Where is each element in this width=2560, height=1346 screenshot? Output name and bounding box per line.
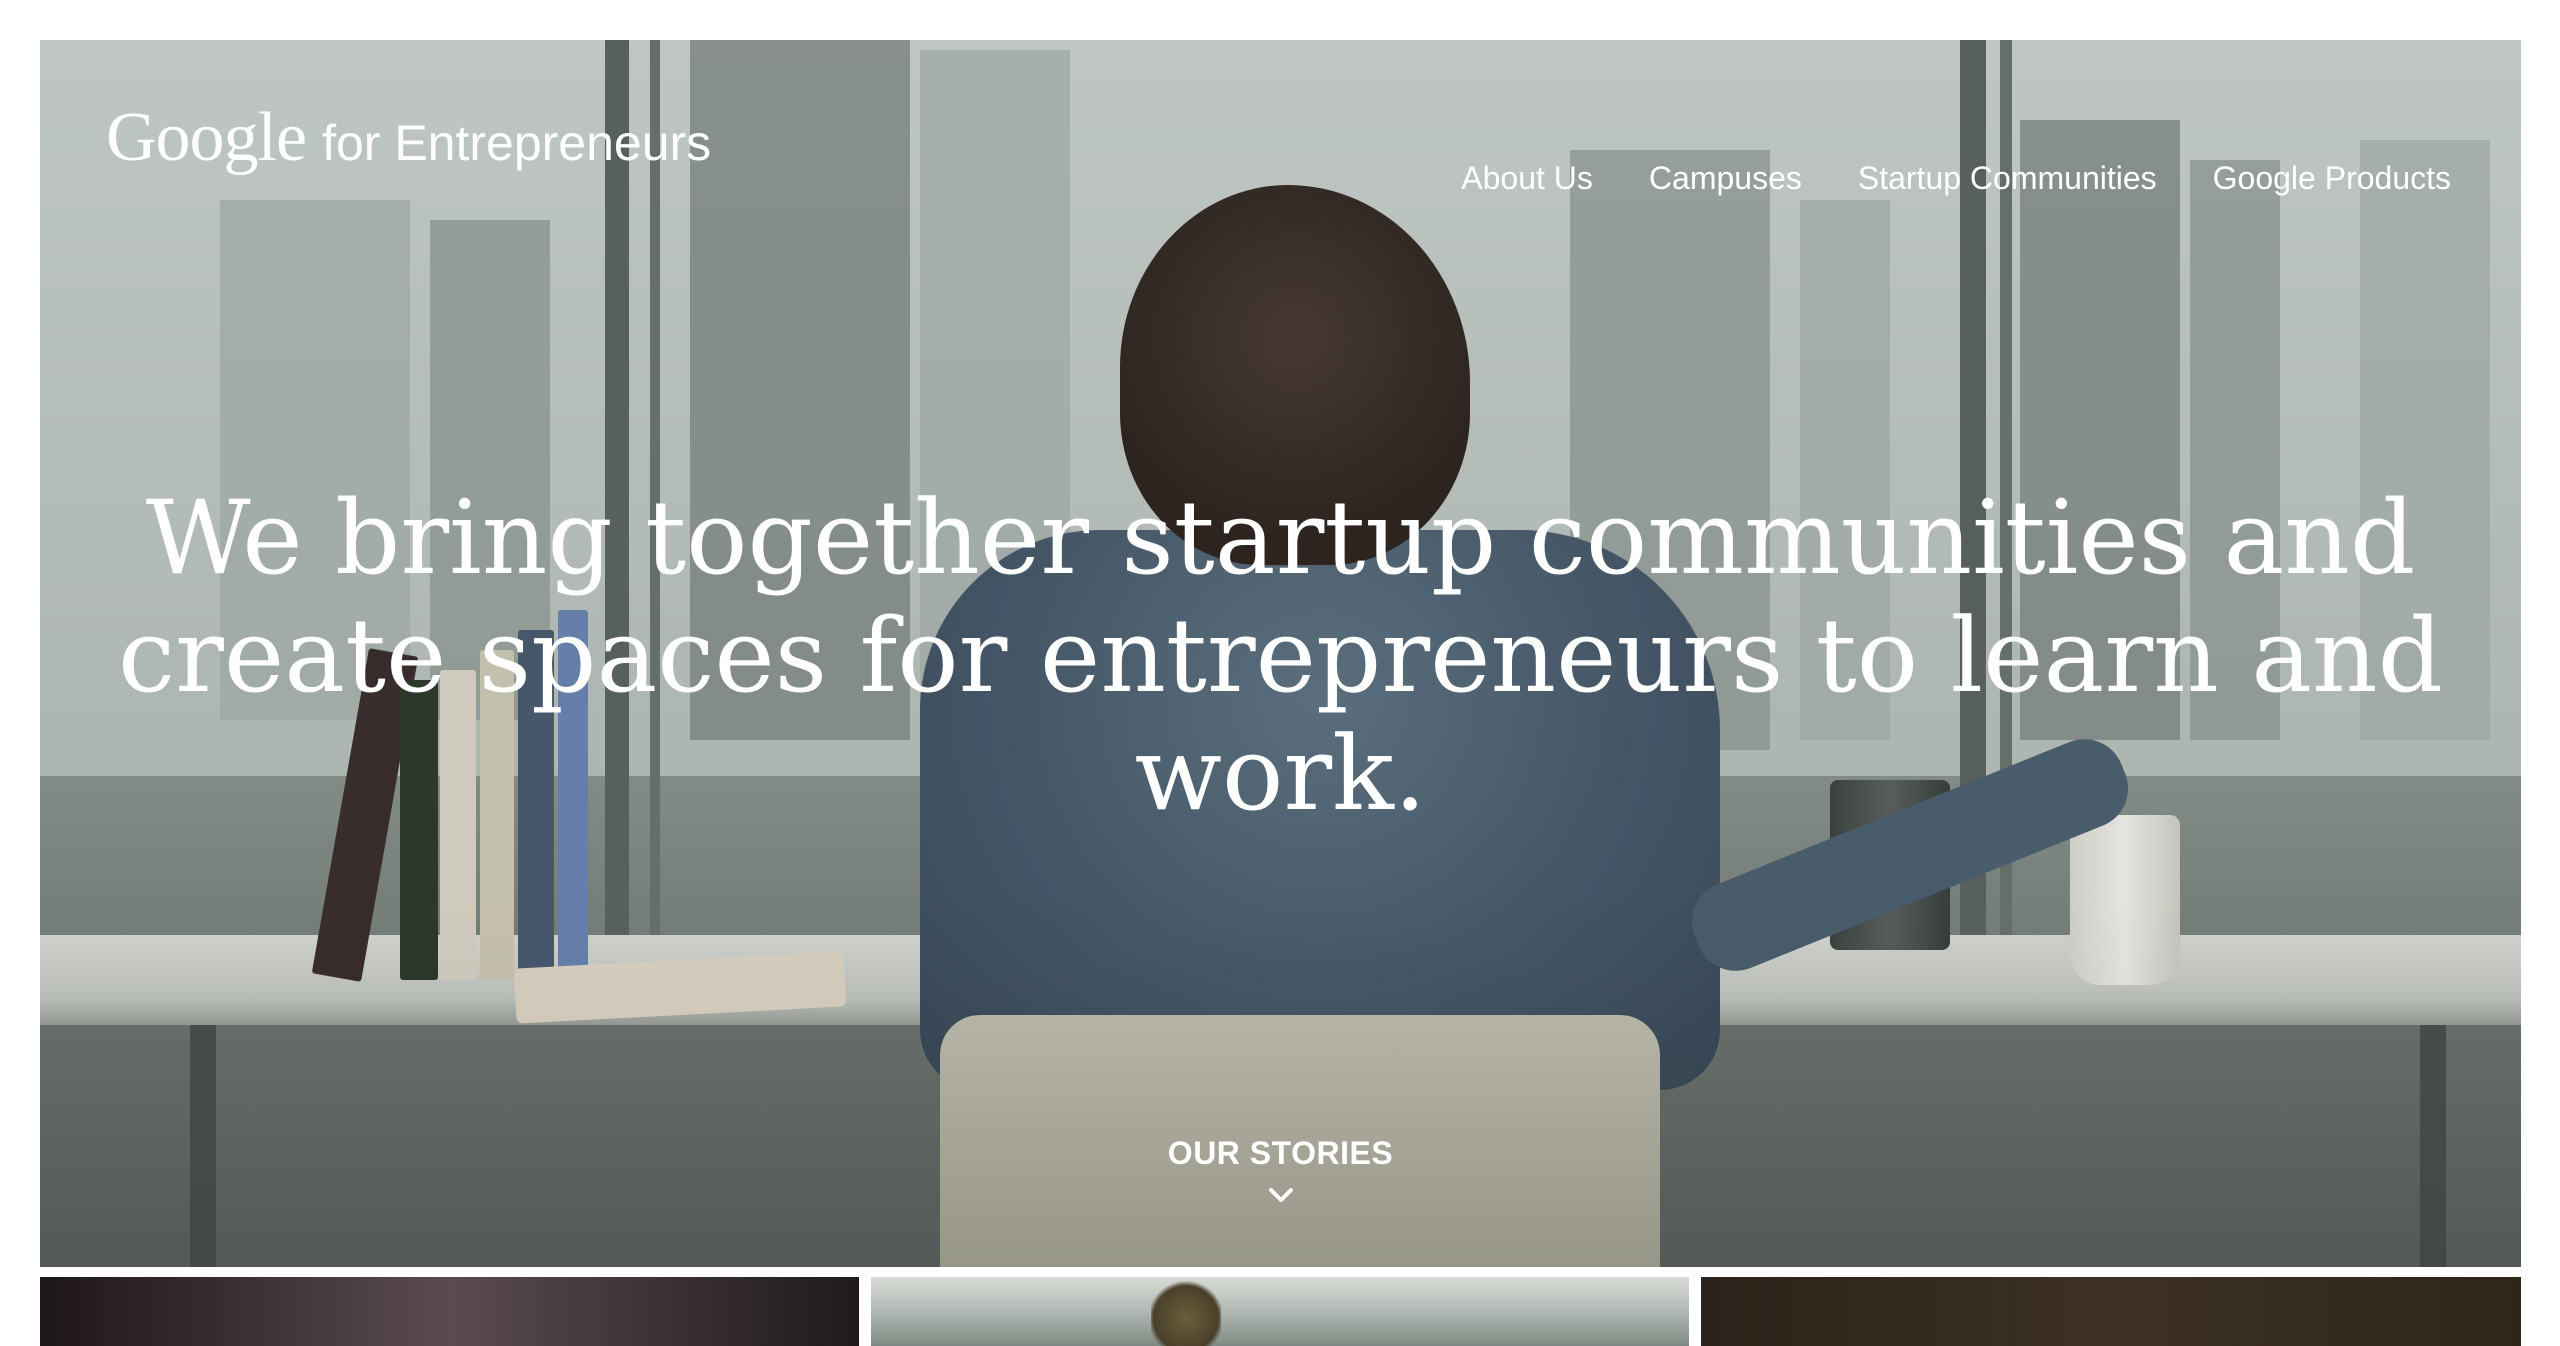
story-card-3[interactable] xyxy=(1701,1277,2521,1346)
hero-section: Google for Entrepreneurs About Us Campus… xyxy=(40,40,2521,1267)
our-stories-button[interactable]: OUR STORIES xyxy=(40,1135,2521,1204)
page: Google for Entrepreneurs About Us Campus… xyxy=(0,0,2560,1346)
brand-suffix: for Entrepreneurs xyxy=(322,115,712,171)
our-stories-label: OUR STORIES xyxy=(1167,1135,1394,1171)
headline-line-1: We bring together startup communities an… xyxy=(145,479,2416,598)
nav-campuses[interactable]: Campuses xyxy=(1649,160,1802,197)
story-card-2[interactable] xyxy=(871,1277,1689,1346)
chevron-down-icon xyxy=(1268,1188,1293,1202)
nav-about-us[interactable]: About Us xyxy=(1461,160,1593,197)
main-nav: About Us Campuses Startup Communities Go… xyxy=(1461,160,2451,197)
plant-image xyxy=(1151,1277,1221,1346)
nav-google-products[interactable]: Google Products xyxy=(2213,160,2451,197)
brand-logo[interactable]: Google for Entrepreneurs xyxy=(106,98,711,178)
hero-headline: We bring together startup communities an… xyxy=(40,480,2521,834)
google-wordmark: Google xyxy=(106,99,307,176)
headline-line-2: create spaces for entrepreneurs to learn… xyxy=(117,597,2444,834)
story-cards xyxy=(40,1277,2521,1346)
story-card-1[interactable] xyxy=(40,1277,859,1346)
nav-startup-communities[interactable]: Startup Communities xyxy=(1858,160,2157,197)
